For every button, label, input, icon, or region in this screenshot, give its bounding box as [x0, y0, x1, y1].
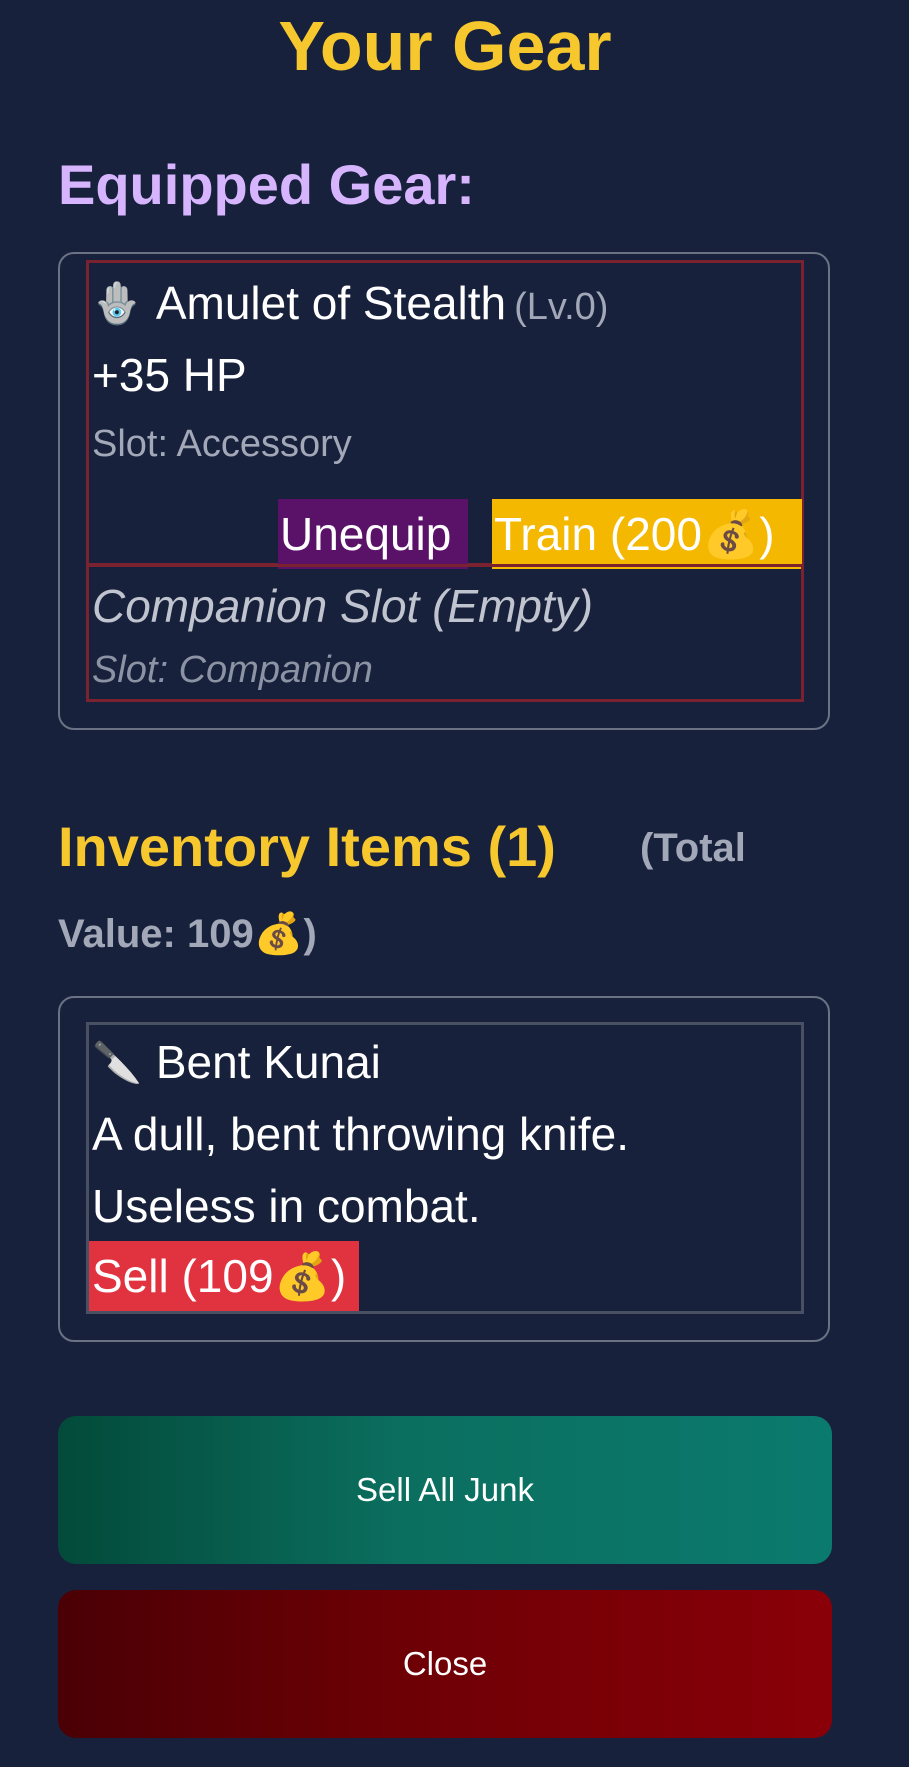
companion-slot-name: Companion Slot (Empty) [92, 580, 594, 632]
sell-all-junk-button[interactable]: Sell All Junk [58, 1416, 832, 1564]
equipped-gear-panel: 🪬 Amulet of Stealth (Lv.0) +35 HP Slot: Ac… [58, 252, 830, 730]
inventory-item-card: 🔪 Bent Kunai A dull, bent throwing knife.… [86, 1022, 804, 1314]
equipped-item-stat: +35 HP [92, 349, 247, 401]
equipped-gear-heading: Equipped Gear: [58, 153, 475, 216]
unequip-button[interactable]: Unequip [278, 499, 468, 569]
inventory-total-value-part1: (Total [640, 826, 746, 870]
inventory-item-name: Bent Kunai [155, 1036, 381, 1088]
inventory-item-desc-line2: Useless in combat. [92, 1180, 481, 1232]
close-button[interactable]: Close [58, 1590, 832, 1738]
knife-icon: 🔪 [92, 1041, 142, 1085]
equipped-item-header: 🪬 Amulet of Stealth (Lv.0) [92, 273, 608, 345]
hamsa-icon: 🪬 [92, 282, 142, 326]
train-button[interactable]: Train (200💰) [492, 499, 802, 569]
equipped-item-card: 🪬 Amulet of Stealth (Lv.0) +35 HP Slot: Ac… [86, 260, 804, 569]
inventory-item-desc-line1: A dull, bent throwing knife. [92, 1108, 629, 1160]
inventory-item-header: 🔪 Bent Kunai [92, 1031, 381, 1105]
companion-slot-type: Slot: Companion [92, 649, 373, 691]
equipped-item-slot: Slot: Accessory [92, 423, 352, 465]
inventory-panel: 🔪 Bent Kunai A dull, bent throwing knife.… [58, 996, 830, 1342]
equipped-item-name: Amulet of Stealth [155, 277, 507, 329]
page-title: Your Gear [278, 7, 612, 85]
inventory-total-value-part2: Value: 109💰) [58, 912, 317, 956]
sell-button[interactable]: Sell (109💰) [89, 1241, 359, 1311]
inventory-heading: Inventory Items (1) [58, 815, 556, 878]
equipped-item-level: (Lv.0) [514, 286, 609, 328]
companion-slot-card: Companion Slot (Empty) Slot: Companion [86, 564, 804, 702]
